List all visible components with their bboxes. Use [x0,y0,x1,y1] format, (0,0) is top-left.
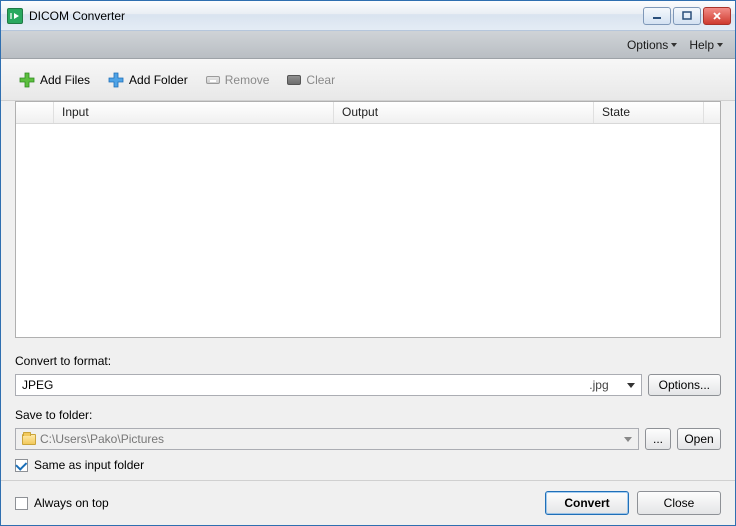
add-folder-label: Add Folder [129,73,188,87]
close-button[interactable]: Close [637,491,721,515]
same-as-input-row: Same as input folder [15,454,721,476]
add-files-label: Add Files [40,73,90,87]
format-options-label: Options... [659,378,710,392]
minus-icon [206,76,220,84]
chevron-down-icon [627,383,635,388]
col-input[interactable]: Input [54,102,334,123]
menu-options-label: Options [627,38,668,52]
format-combo[interactable]: JPEG .jpg [15,374,642,396]
toolbar: Add Files Add Folder Remove Clear [1,59,735,101]
clear-label: Clear [306,73,335,87]
menu-options[interactable]: Options [623,35,681,55]
col-index[interactable] [16,102,54,123]
convert-settings: Convert to format: JPEG .jpg Options... … [1,346,735,480]
list-header: Input Output State [16,102,720,124]
format-ext: .jpg [589,378,608,392]
app-window: DICOM Converter Options Help Add [0,0,736,526]
save-folder-combo[interactable]: C:\Users\Pako\Pictures [15,428,639,450]
chevron-down-icon [671,43,677,47]
list-area: Input Output State [1,101,735,346]
same-as-input-label: Same as input folder [34,458,144,472]
save-folder-path: C:\Users\Pako\Pictures [40,432,624,446]
remove-label: Remove [225,73,270,87]
minimize-button[interactable] [643,7,671,25]
chevron-down-icon [717,43,723,47]
file-list[interactable]: Input Output State [15,101,721,338]
window-controls [643,7,735,25]
clear-icon [287,75,301,85]
browse-folder-button[interactable]: ... [645,428,671,450]
save-folder-label: Save to folder: [15,406,721,424]
always-on-top-row: Always on top [15,492,109,514]
browse-label: ... [653,432,663,446]
col-output[interactable]: Output [334,102,594,123]
plus-green-icon [19,72,35,88]
close-window-button[interactable] [703,7,731,25]
app-icon [7,8,23,24]
add-files-button[interactable]: Add Files [15,69,94,91]
close-label: Close [664,496,695,510]
chevron-down-icon [624,437,632,442]
folder-icon [22,434,36,445]
footer: Always on top Convert Close [1,480,735,525]
same-as-input-checkbox[interactable] [15,459,28,472]
list-body [16,124,720,337]
col-state[interactable]: State [594,102,704,123]
always-on-top-label: Always on top [34,496,109,510]
open-folder-button[interactable]: Open [677,428,721,450]
remove-button[interactable]: Remove [202,70,274,90]
maximize-button[interactable] [673,7,701,25]
open-label: Open [684,432,713,446]
window-title: DICOM Converter [29,9,125,23]
format-options-button[interactable]: Options... [648,374,721,396]
convert-label: Convert [564,496,609,510]
titlebar: DICOM Converter [1,1,735,31]
menu-help-label: Help [689,38,714,52]
format-label: Convert to format: [15,352,721,370]
menu-help[interactable]: Help [685,35,727,55]
plus-blue-icon [108,72,124,88]
menubar: Options Help [1,31,735,59]
format-value: JPEG [22,378,589,392]
convert-button[interactable]: Convert [545,491,629,515]
clear-button[interactable]: Clear [283,70,339,90]
add-folder-button[interactable]: Add Folder [104,69,192,91]
always-on-top-checkbox[interactable] [15,497,28,510]
col-end [704,102,720,123]
